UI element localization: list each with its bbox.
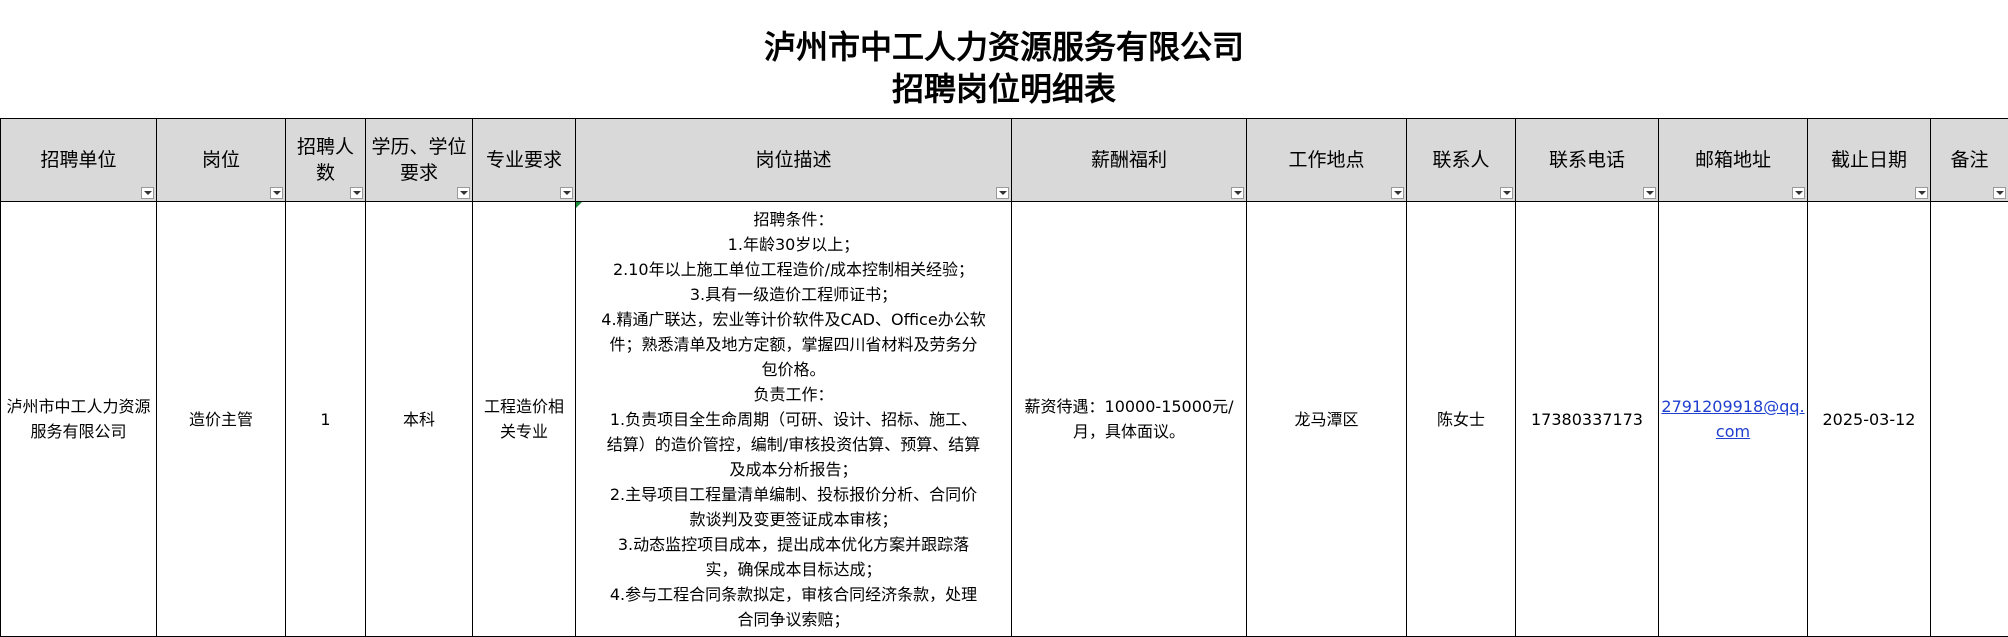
cell-salary[interactable]: 薪资待遇：10000-15000元/月，具体面议。	[1012, 202, 1247, 637]
filter-dropdown-icon[interactable]	[141, 187, 154, 199]
filter-dropdown-icon[interactable]	[996, 187, 1009, 199]
cell-education[interactable]: 本科	[366, 202, 473, 637]
header-position: 岗位	[157, 119, 286, 202]
cell-deadline[interactable]: 2025-03-12	[1808, 202, 1931, 637]
description-line: 包价格。	[576, 357, 1011, 382]
description-line: 结算）的造价管控，编制/审核投资估算、预算、结算	[576, 432, 1011, 457]
description-line: 招聘条件：	[576, 207, 1011, 232]
description-line: 及成本分析报告；	[576, 457, 1011, 482]
header-deadline-label: 截止日期	[1831, 149, 1907, 171]
description-line: 1.年龄30岁以上；	[576, 232, 1011, 257]
header-location-label: 工作地点	[1288, 149, 1364, 171]
description-line: 款谈判及变更签证成本审核；	[576, 507, 1011, 532]
header-description: 岗位描述	[576, 119, 1012, 202]
cell-count[interactable]: 1	[286, 202, 366, 637]
page-subtitle: 招聘岗位明细表	[0, 68, 2008, 110]
description-lines: 招聘条件：1.年龄30岁以上；2.10年以上施工单位工程造价/成本控制相关经验；…	[576, 207, 1011, 632]
description-line: 3.具有一级造价工程师证书；	[576, 282, 1011, 307]
header-salary-label: 薪酬福利	[1091, 149, 1167, 171]
header-education-label: 学历、学位要求	[371, 136, 466, 184]
cell-email[interactable]: 2791209918@qq.com	[1659, 202, 1808, 637]
cell-location[interactable]: 龙马潭区	[1247, 202, 1407, 637]
header-position-label: 岗位	[202, 149, 240, 171]
filter-dropdown-icon[interactable]	[457, 187, 470, 199]
description-line: 1.负责项目全生命周期（可研、设计、招标、施工、	[576, 407, 1011, 432]
header-location: 工作地点	[1247, 119, 1407, 202]
email-link[interactable]: 2791209918@qq.com	[1661, 397, 1804, 441]
header-email-label: 邮箱地址	[1695, 149, 1771, 171]
header-salary: 薪酬福利	[1012, 119, 1247, 202]
cell-contact[interactable]: 陈女士	[1407, 202, 1516, 637]
header-unit-label: 招聘单位	[40, 149, 116, 171]
description-line: 负责工作：	[576, 382, 1011, 407]
description-line: 4.参与工程合同条款拟定，审核合同经济条款，处理	[576, 582, 1011, 607]
filter-dropdown-icon[interactable]	[560, 187, 573, 199]
cell-position[interactable]: 造价主管	[157, 202, 286, 637]
filter-dropdown-icon[interactable]	[1500, 187, 1513, 199]
header-contact-label: 联系人	[1432, 149, 1489, 171]
description-line: 4.精通广联达，宏业等计价软件及CAD、Office办公软	[576, 307, 1011, 332]
filter-dropdown-icon[interactable]	[1391, 187, 1404, 199]
header-remark-label: 备注	[1950, 149, 1988, 171]
header-phone: 联系电话	[1516, 119, 1659, 202]
description-line: 3.动态监控项目成本，提出成本优化方案并跟踪落	[576, 532, 1011, 557]
header-contact: 联系人	[1407, 119, 1516, 202]
filter-dropdown-icon[interactable]	[1231, 187, 1244, 199]
header-unit: 招聘单位	[1, 119, 157, 202]
header-description-label: 岗位描述	[755, 149, 831, 171]
header-count-label: 招聘人数	[297, 136, 354, 184]
filter-dropdown-icon[interactable]	[1915, 187, 1928, 199]
filter-dropdown-icon[interactable]	[350, 187, 363, 199]
filter-dropdown-icon[interactable]	[1993, 187, 2006, 199]
filter-dropdown-icon[interactable]	[1792, 187, 1805, 199]
header-remark: 备注	[1931, 119, 2008, 202]
cell-remark[interactable]	[1931, 202, 2008, 637]
header-phone-label: 联系电话	[1549, 149, 1625, 171]
header-count: 招聘人数	[286, 119, 366, 202]
description-line: 实，确保成本目标达成；	[576, 557, 1011, 582]
header-major-label: 专业要求	[486, 149, 562, 171]
cell-description[interactable]: 招聘条件：1.年龄30岁以上；2.10年以上施工单位工程造价/成本控制相关经验；…	[576, 202, 1012, 637]
cell-major[interactable]: 工程造价相关专业	[473, 202, 576, 637]
description-line: 合同争议索赔；	[576, 607, 1011, 632]
header-deadline: 截止日期	[1808, 119, 1931, 202]
description-line: 2.主导项目工程量清单编制、投标报价分析、合同价	[576, 482, 1011, 507]
table-row: 泸州市中工人力资源服务有限公司 造价主管 1 本科 工程造价相关专业 招聘条件：…	[1, 202, 2008, 637]
cell-phone[interactable]: 17380337173	[1516, 202, 1659, 637]
title-block: 泸州市中工人力资源服务有限公司 招聘岗位明细表	[0, 0, 2008, 118]
filter-dropdown-icon[interactable]	[270, 187, 283, 199]
description-line: 2.10年以上施工单位工程造价/成本控制相关经验；	[576, 257, 1011, 282]
cell-unit[interactable]: 泸州市中工人力资源服务有限公司	[1, 202, 157, 637]
header-major: 专业要求	[473, 119, 576, 202]
header-education: 学历、学位要求	[366, 119, 473, 202]
filter-dropdown-icon[interactable]	[1643, 187, 1656, 199]
header-email: 邮箱地址	[1659, 119, 1808, 202]
page-title: 泸州市中工人力资源服务有限公司	[0, 0, 2008, 68]
comment-indicator	[576, 202, 582, 208]
header-row: 招聘单位 岗位 招聘人数 学历、学位要求 专业要求 岗位描述	[1, 119, 2008, 202]
recruitment-table: 招聘单位 岗位 招聘人数 学历、学位要求 专业要求 岗位描述	[0, 118, 2008, 637]
description-line: 件；熟悉清单及地方定额，掌握四川省材料及劳务分	[576, 332, 1011, 357]
